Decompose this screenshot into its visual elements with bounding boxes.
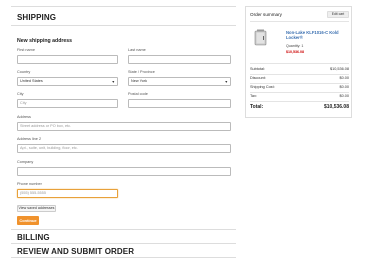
divider bbox=[11, 257, 236, 258]
phone-input[interactable]: (555) 555-5555 bbox=[17, 189, 118, 198]
billing-heading[interactable]: BILLING bbox=[17, 233, 50, 242]
shipping-cost-label: Shipping Cost: bbox=[250, 85, 275, 89]
shipping-heading: SHIPPING bbox=[17, 13, 57, 22]
new-address-heading: New shipping address bbox=[17, 38, 73, 44]
phone-label: Phone number bbox=[17, 182, 42, 186]
view-saved-addresses-button[interactable]: View saved addresses bbox=[17, 205, 56, 212]
address-line2-input[interactable]: Apt., suite, unit, building, floor, etc. bbox=[17, 144, 231, 153]
city-input[interactable]: City bbox=[17, 99, 118, 108]
divider bbox=[250, 74, 349, 75]
last-name-label: Last name bbox=[128, 48, 146, 52]
shipping-cost-row: Shipping Cost: $0.00 bbox=[250, 85, 349, 89]
company-input[interactable] bbox=[17, 167, 231, 176]
divider bbox=[250, 92, 349, 93]
product-image[interactable] bbox=[254, 29, 267, 46]
address-input[interactable]: Street address or PO box, etc. bbox=[17, 122, 231, 131]
product-price: $10,536.08 bbox=[286, 50, 304, 54]
tax-label: Tax: bbox=[250, 94, 257, 98]
country-value: United States bbox=[20, 79, 43, 83]
subtotal-row: Subtotal: $10,536.08 bbox=[250, 67, 349, 71]
state-label: State / Province bbox=[128, 70, 155, 74]
company-label: Company bbox=[17, 160, 34, 164]
divider bbox=[11, 6, 236, 7]
review-heading[interactable]: REVIEW AND SUBMIT ORDER bbox=[17, 247, 134, 256]
postal-code-label: Postal code bbox=[128, 92, 148, 96]
discount-value: $0.00 bbox=[339, 76, 349, 80]
address-line2-label: Address line 2 bbox=[17, 137, 42, 141]
divider bbox=[11, 229, 236, 230]
tax-value: $0.00 bbox=[339, 94, 349, 98]
divider bbox=[250, 83, 349, 84]
order-summary-title: Order summary bbox=[250, 12, 282, 17]
country-select[interactable]: United States ▼ bbox=[17, 77, 118, 86]
edit-cart-button[interactable]: Edit cart bbox=[327, 11, 349, 18]
postal-code-input[interactable] bbox=[128, 99, 231, 108]
divider bbox=[250, 101, 349, 102]
chevron-down-icon: ▼ bbox=[111, 80, 115, 84]
subtotal-value: $10,536.08 bbox=[329, 67, 349, 71]
total-label: Total: bbox=[250, 104, 264, 110]
address-label: Address bbox=[17, 115, 31, 119]
order-summary-panel: Order summary Edit cart Non-Lake KLF1016… bbox=[245, 6, 352, 118]
country-label: Country bbox=[17, 70, 31, 74]
first-name-label: First name bbox=[17, 48, 35, 52]
product-quantity: Quantity: 1 bbox=[286, 44, 304, 48]
discount-row: Discount: $0.00 bbox=[250, 76, 349, 80]
tax-row: Tax: $0.00 bbox=[250, 94, 349, 98]
subtotal-label: Subtotal: bbox=[250, 67, 265, 71]
total-value: $10,536.08 bbox=[323, 104, 349, 110]
total-row: Total: $10,536.08 bbox=[250, 104, 349, 110]
divider bbox=[250, 63, 349, 64]
city-label: City bbox=[17, 92, 24, 96]
divider bbox=[11, 243, 236, 244]
first-name-input[interactable] bbox=[17, 55, 118, 64]
shipping-cost-value: $0.00 bbox=[339, 85, 349, 89]
discount-label: Discount: bbox=[250, 76, 266, 80]
divider bbox=[250, 21, 349, 22]
product-name-link[interactable]: Non-Lake KLF1016-C Kold Locker® bbox=[286, 30, 346, 41]
divider bbox=[11, 25, 236, 26]
checkout-main: SHIPPING New shipping address First name… bbox=[11, 6, 236, 258]
chevron-down-icon: ▼ bbox=[224, 80, 228, 84]
last-name-input[interactable] bbox=[128, 55, 231, 64]
state-select[interactable]: New York ▼ bbox=[128, 77, 231, 86]
state-value: New York bbox=[131, 79, 148, 83]
continue-button[interactable]: Continue bbox=[17, 216, 39, 225]
